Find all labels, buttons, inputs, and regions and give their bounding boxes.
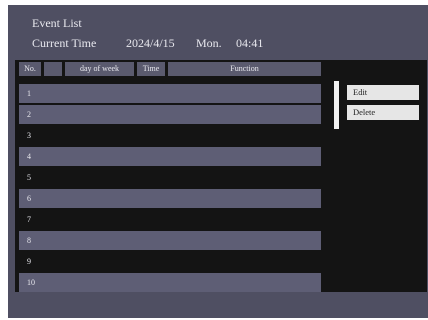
- row-number: 5: [27, 173, 31, 182]
- column-header-day-of-week: day of week: [65, 62, 134, 76]
- column-header-no: No.: [19, 62, 41, 76]
- current-day-of-week: Mon.: [196, 36, 222, 50]
- row-number: 6: [27, 194, 31, 203]
- row-number: 2: [27, 110, 31, 119]
- row-number: 8: [27, 236, 31, 245]
- event-list-panel: No. day of week Time Function 1 2 3 4 5 …: [15, 60, 427, 292]
- table-row[interactable]: 1: [19, 84, 321, 103]
- list-scrollbar[interactable]: [334, 81, 339, 129]
- column-header-function: Function: [168, 62, 321, 76]
- table-row[interactable]: 9: [19, 252, 321, 271]
- table-row[interactable]: 5: [19, 168, 321, 187]
- page-title: Event List: [32, 16, 82, 30]
- current-time-label: Current Time: [32, 36, 97, 50]
- current-date: 2024/4/15: [126, 36, 175, 50]
- table-row[interactable]: 10: [19, 273, 321, 292]
- column-header-time: Time: [137, 62, 165, 76]
- row-number: 10: [27, 278, 35, 287]
- table-row[interactable]: 3: [19, 126, 321, 145]
- row-number: 4: [27, 152, 31, 161]
- event-list-screen: Event List Current Time 2024/4/15 Mon. 04:4…: [8, 5, 428, 318]
- row-number: 9: [27, 257, 31, 266]
- column-header-blank: [44, 62, 62, 76]
- delete-button[interactable]: Delete: [347, 105, 419, 120]
- table-row[interactable]: 7: [19, 210, 321, 229]
- row-number: 3: [27, 131, 31, 140]
- current-clock: 04:41: [236, 36, 264, 50]
- table-row[interactable]: 4: [19, 147, 321, 166]
- table-row[interactable]: 8: [19, 231, 321, 250]
- table-row[interactable]: 2: [19, 105, 321, 124]
- row-number: 7: [27, 215, 31, 224]
- current-time-row: Current Time 2024/4/15 Mon. 04:41: [32, 36, 263, 51]
- edit-button[interactable]: Edit: [347, 85, 419, 100]
- table-row[interactable]: 6: [19, 189, 321, 208]
- row-number: 1: [27, 89, 31, 98]
